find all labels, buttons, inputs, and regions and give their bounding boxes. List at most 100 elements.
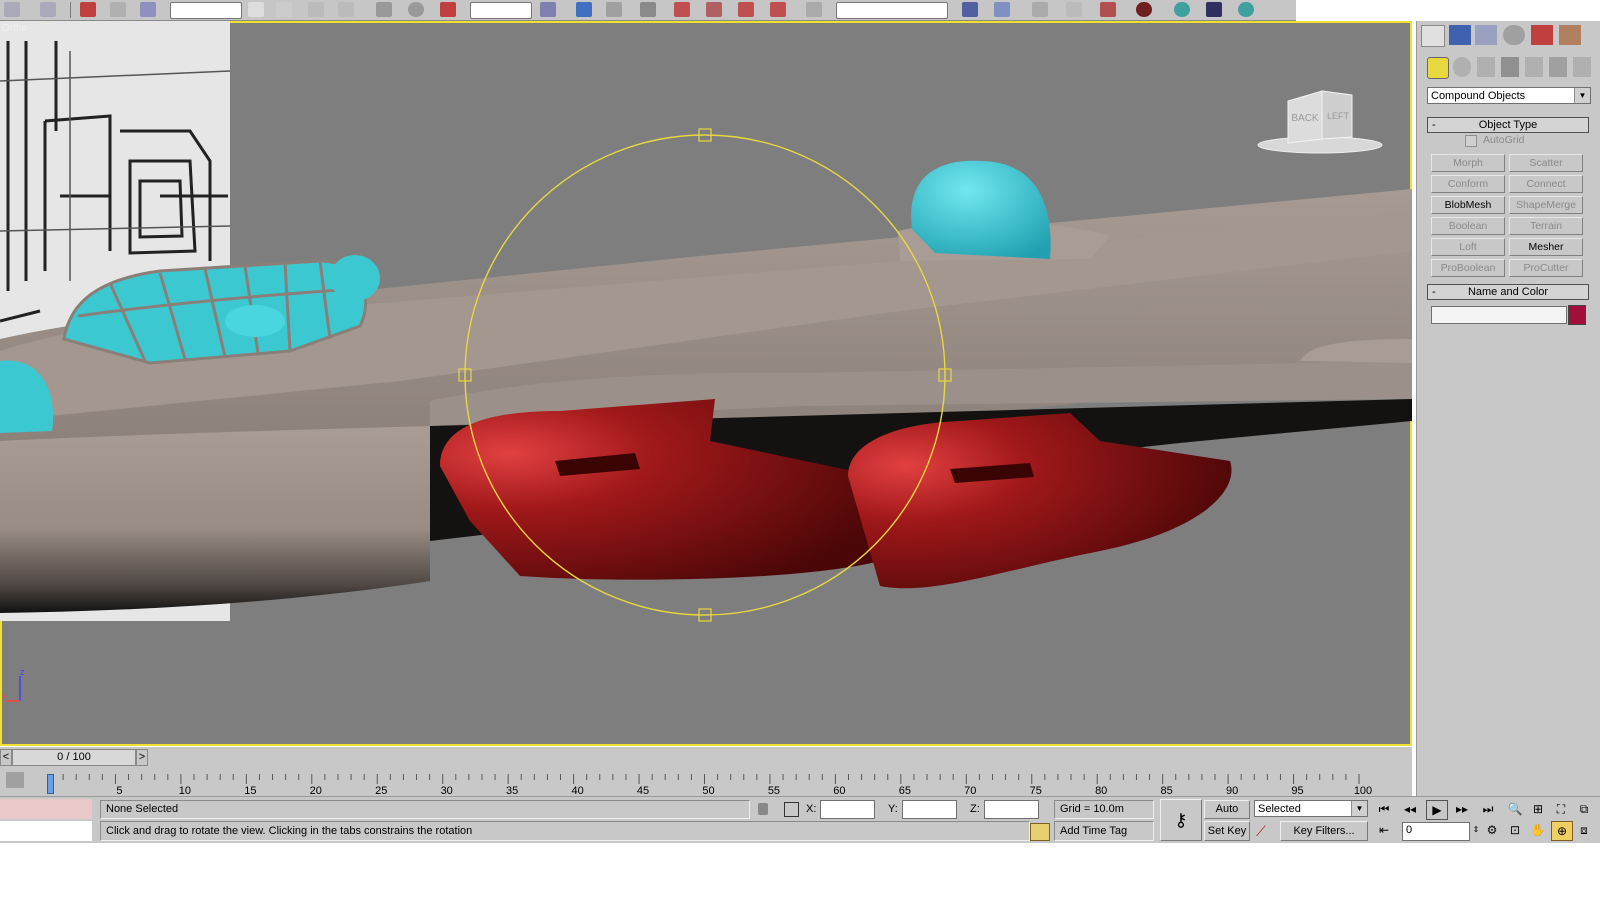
maximize-viewport-icon[interactable]: ⧈ xyxy=(1574,821,1594,839)
hierarchy-tab-icon[interactable] xyxy=(1475,25,1497,45)
unlink-icon[interactable] xyxy=(110,2,126,17)
zoom-icon[interactable]: 🔍 xyxy=(1505,800,1525,818)
next-frame-icon[interactable]: ▸▸ xyxy=(1452,800,1472,818)
edit-named-sets-icon[interactable] xyxy=(770,2,786,17)
modify-tab-icon[interactable] xyxy=(1449,25,1471,45)
window-crossing-icon[interactable] xyxy=(338,2,354,17)
key-filters-button[interactable]: Key Filters... xyxy=(1280,821,1368,841)
maxscript-listener-pink[interactable] xyxy=(0,799,92,819)
maxscript-listener-white[interactable] xyxy=(0,821,92,841)
object-name-input[interactable] xyxy=(1431,306,1567,324)
play-icon[interactable]: ▶ xyxy=(1426,800,1448,820)
object-type-button-shapemerge[interactable]: ShapeMerge xyxy=(1509,196,1583,214)
lights-icon[interactable] xyxy=(1477,57,1495,77)
redo-icon[interactable] xyxy=(40,2,56,17)
set-key-button[interactable]: Set Key xyxy=(1204,821,1250,841)
viewport-ortho[interactable]: BACK LEFT z x Ortho xyxy=(0,21,1412,746)
render-setup-icon[interactable] xyxy=(1174,2,1190,17)
zoom-extents-all-icon[interactable]: ⧉ xyxy=(1574,800,1594,818)
angle-snap-icon[interactable] xyxy=(674,2,690,17)
object-type-button-proboolean[interactable]: ProBoolean xyxy=(1431,259,1505,277)
zoom-all-icon[interactable]: ⊞ xyxy=(1528,800,1548,818)
pan-icon[interactable]: ✋ xyxy=(1528,821,1548,839)
name-color-rollout-header[interactable]: - Name and Color xyxy=(1427,284,1589,300)
add-time-tag[interactable]: Add Time Tag xyxy=(1054,821,1154,841)
snap-icon[interactable] xyxy=(640,2,656,17)
rotate-icon[interactable] xyxy=(408,2,424,17)
curve-editor-icon[interactable] xyxy=(1066,2,1082,17)
frame-spinner[interactable]: ⇕ xyxy=(1470,821,1482,839)
layer-icon[interactable] xyxy=(1032,2,1048,17)
keyboard-shortcut-icon[interactable] xyxy=(606,2,622,17)
object-type-button-blobmesh[interactable]: BlobMesh xyxy=(1431,196,1505,214)
display-tab-icon[interactable] xyxy=(1531,25,1553,45)
selection-filter-dropdown[interactable] xyxy=(170,2,242,19)
track-bar[interactable]: 0510152025303540455055606570758085909510… xyxy=(0,766,1412,796)
time-next-button[interactable]: > xyxy=(136,749,148,766)
manipulate-icon[interactable] xyxy=(576,2,592,17)
material-editor-icon[interactable] xyxy=(1136,2,1152,17)
time-prev-button[interactable]: < xyxy=(0,749,12,766)
lock-icon[interactable] xyxy=(758,803,768,815)
render-icon[interactable] xyxy=(1238,2,1254,17)
create-tab-icon[interactable] xyxy=(1421,25,1445,47)
named-selection-dropdown[interactable] xyxy=(836,2,948,19)
object-category-dropdown[interactable]: Compound Objects ▼ xyxy=(1427,87,1591,104)
viewcube[interactable]: BACK LEFT xyxy=(1257,90,1383,154)
spinner-snap-icon[interactable] xyxy=(738,2,754,17)
time-cursor[interactable] xyxy=(47,774,54,794)
object-type-button-mesher[interactable]: Mesher xyxy=(1509,238,1583,256)
object-type-button-morph[interactable]: Morph xyxy=(1431,154,1505,172)
y-coordinate-field[interactable] xyxy=(902,800,957,819)
select-by-name-icon[interactable] xyxy=(276,2,292,17)
pivot-icon[interactable] xyxy=(540,2,556,17)
time-config-icon[interactable]: ⚙ xyxy=(1482,821,1502,839)
shapes-icon[interactable] xyxy=(1453,57,1471,77)
key-mode-toggle-icon[interactable]: ⇤ xyxy=(1374,821,1394,839)
systems-icon[interactable] xyxy=(1573,57,1591,77)
auto-key-button[interactable]: Auto Key xyxy=(1204,800,1250,832)
ref-coord-dropdown[interactable] xyxy=(470,2,532,19)
named-selection-icon[interactable] xyxy=(806,2,822,17)
motion-tab-icon[interactable] xyxy=(1503,25,1525,45)
geometry-icon[interactable] xyxy=(1427,57,1449,79)
move-icon[interactable] xyxy=(376,2,392,17)
autogrid-checkbox[interactable] xyxy=(1465,135,1477,147)
prev-frame-icon[interactable]: ◂◂ xyxy=(1400,800,1420,818)
schematic-icon[interactable] xyxy=(1100,2,1116,17)
absolute-mode-icon[interactable] xyxy=(784,802,799,817)
time-tag-icon[interactable] xyxy=(1030,823,1050,841)
rect-selection-icon[interactable] xyxy=(308,2,324,17)
time-slider-thumb[interactable]: 0 / 100 xyxy=(12,749,136,766)
x-coordinate-field[interactable] xyxy=(820,800,875,819)
object-color-swatch[interactable] xyxy=(1568,305,1586,325)
scale-icon[interactable] xyxy=(440,2,456,17)
select-object-icon[interactable] xyxy=(248,2,264,17)
orbit-icon[interactable]: ⊕ xyxy=(1551,821,1573,841)
object-type-button-terrain[interactable]: Terrain xyxy=(1509,217,1583,235)
undo-icon[interactable] xyxy=(4,2,20,17)
viewport-label[interactable]: Ortho xyxy=(2,23,27,34)
current-frame-field[interactable]: 0 xyxy=(1402,822,1470,841)
zoom-region-icon[interactable]: ⊡ xyxy=(1505,821,1525,839)
z-coordinate-field[interactable] xyxy=(984,800,1039,819)
render-frame-icon[interactable] xyxy=(1206,2,1222,17)
goto-end-icon[interactable]: ⏭ xyxy=(1478,800,1498,818)
select-and-link-icon[interactable] xyxy=(80,2,96,17)
object-type-button-boolean[interactable]: Boolean xyxy=(1431,217,1505,235)
zoom-extents-icon[interactable]: ⛶ xyxy=(1551,800,1571,818)
align-icon[interactable] xyxy=(994,2,1010,17)
object-type-button-procutter[interactable]: ProCutter xyxy=(1509,259,1583,277)
set-key-mode-button[interactable]: ⚷ xyxy=(1160,799,1202,841)
goto-start-icon[interactable]: ⏮ xyxy=(1374,800,1394,818)
object-type-button-connect[interactable]: Connect xyxy=(1509,175,1583,193)
key-mode-dropdown[interactable]: Selected ▼ xyxy=(1254,800,1368,817)
mirror-icon[interactable] xyxy=(962,2,978,17)
utilities-tab-icon[interactable] xyxy=(1559,25,1581,45)
bind-spacewarp-icon[interactable] xyxy=(140,2,156,17)
object-type-button-scatter[interactable]: Scatter xyxy=(1509,154,1583,172)
percent-snap-icon[interactable] xyxy=(706,2,722,17)
time-slider[interactable]: < 0 / 100 > xyxy=(0,747,1412,766)
object-type-rollout-header[interactable]: - Object Type xyxy=(1427,117,1589,133)
cameras-icon[interactable] xyxy=(1501,57,1519,77)
